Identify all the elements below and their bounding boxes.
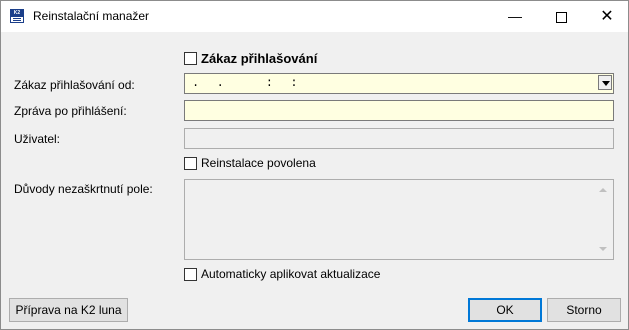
message-after-login-label: Zpráva po přihlášení: [14, 104, 127, 118]
scroll-down-icon [599, 247, 607, 251]
login-ban-from-label: Zákaz přihlašování od: [14, 78, 135, 92]
login-ban-from-value: . . : : [192, 76, 299, 90]
minimize-button[interactable]: — [492, 1, 538, 32]
prepare-k2-luna-button[interactable]: Příprava na K2 luna [9, 298, 128, 322]
user-label: Uživatel: [14, 132, 61, 146]
close-button[interactable]: ✕ [584, 1, 629, 32]
maximize-icon [555, 11, 567, 23]
app-icon-text: K2 [11, 10, 23, 17]
app-icon-line [13, 20, 21, 21]
minimize-icon: — [508, 8, 522, 24]
app-icon-line [13, 18, 21, 19]
message-after-login-input[interactable] [184, 100, 614, 121]
auto-apply-checkbox[interactable] [184, 268, 197, 281]
title-bar[interactable]: K2 Reinstalační manažer — ✕ [1, 1, 628, 32]
login-ban-label[interactable]: Zákaz přihlašování [201, 51, 317, 66]
login-ban-from-datetime[interactable]: . . : : [184, 73, 614, 94]
maximize-button[interactable] [538, 1, 584, 32]
scroll-up-icon [599, 188, 607, 192]
reinstall-allowed-label[interactable]: Reinstalace povolena [201, 156, 316, 170]
reinstall-allowed-checkbox[interactable] [184, 157, 197, 170]
k2-app-icon: K2 [10, 9, 24, 23]
dialog-window: K2 Reinstalační manažer — ✕ Zákaz přihla… [0, 0, 629, 330]
auto-apply-label[interactable]: Automaticky aplikovat aktualizace [201, 267, 380, 281]
reasons-label: Důvody nezaškrtnutí pole: [14, 182, 153, 196]
ok-button[interactable]: OK [468, 298, 542, 322]
cancel-button[interactable]: Storno [547, 298, 621, 322]
dropdown-button[interactable] [598, 75, 612, 90]
window-title: Reinstalační manažer [33, 9, 150, 23]
reasons-textarea [184, 179, 614, 260]
chevron-down-icon [602, 81, 610, 86]
user-field [184, 128, 614, 149]
close-icon: ✕ [600, 8, 614, 25]
login-ban-checkbox[interactable] [184, 52, 197, 65]
